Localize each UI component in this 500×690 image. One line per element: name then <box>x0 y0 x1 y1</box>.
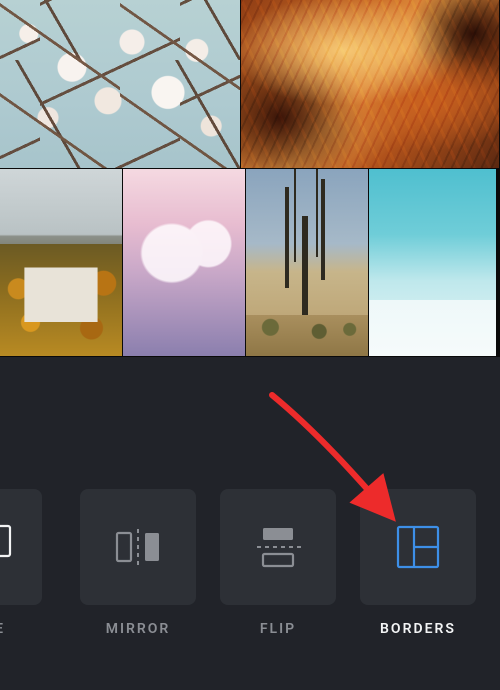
collage-cell-autumn-house[interactable] <box>0 169 122 356</box>
flip-tool[interactable] <box>220 489 336 605</box>
editor-panel: LACE MIRROR <box>0 357 500 690</box>
replace-label: LACE <box>0 621 42 637</box>
borders-icon <box>395 524 441 570</box>
mirror-tool[interactable] <box>80 489 196 605</box>
tool-strip: LACE MIRROR <box>0 489 500 659</box>
borders-label: BORDERS <box>360 621 476 637</box>
collage-gallery <box>0 0 500 357</box>
replace-tool[interactable] <box>0 489 42 605</box>
borders-tool[interactable] <box>360 489 476 605</box>
flip-label: FLIP <box>220 621 336 637</box>
flip-icon <box>253 526 303 568</box>
replace-icon <box>0 524 12 570</box>
collage-cell-cherry-blossom[interactable] <box>0 0 240 168</box>
collage-cell-antelope-canyon[interactable] <box>241 0 499 168</box>
mirror-icon <box>113 527 163 567</box>
collage-cell-joshua-tree[interactable] <box>246 169 368 356</box>
mirror-label: MIRROR <box>80 621 196 637</box>
collage-cell-snow-peak[interactable] <box>369 169 496 356</box>
collage-cell-pink-mountain[interactable] <box>123 169 245 356</box>
